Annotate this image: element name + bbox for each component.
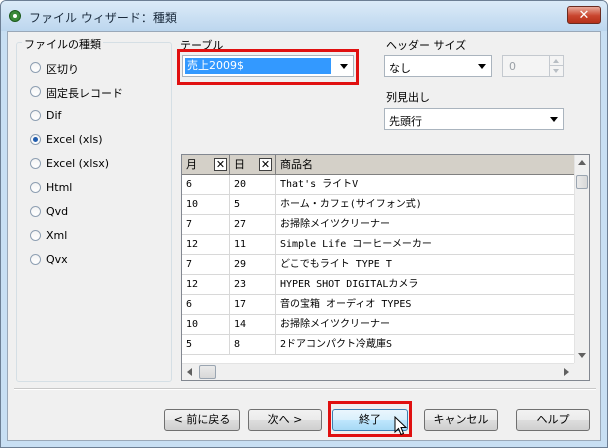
radio-circle-icon [30,86,41,97]
table-row[interactable]: 12 11 Simple Life コーヒーメーカー [182,235,574,255]
scroll-down-icon[interactable] [578,353,586,358]
radio-circle-icon [30,110,41,121]
table-row[interactable]: 12 23 HYPER SHOT DIGITALカメラ [182,275,574,295]
vertical-scroll-thumb[interactable] [576,175,588,189]
dialog-body: ファイルの種類 区切り 固定長レコード Dif Excel (xls) Exce… [7,31,601,441]
vertical-scrollbar[interactable] [574,155,589,363]
radio-circle-icon [30,158,41,169]
table-row[interactable]: 6 17 音の宝箱 オーディオ TYPES [182,295,574,315]
separator [14,388,596,390]
mouse-cursor-icon [394,416,408,436]
back-button[interactable]: < 前に戻る [164,409,240,431]
header-size-spinner: 0 [502,55,564,77]
horizontal-scroll-thumb[interactable] [199,365,216,379]
table-row[interactable]: 7 27 お掃除メイツクリーナー [182,215,574,235]
table-row[interactable]: 10 5 ホーム・カフェ(サイフォン式) [182,195,574,215]
header-size-label: ヘッダー サイズ [386,39,467,52]
dropdown-arrow-icon [478,64,486,69]
column-header-day[interactable]: 日 ✕ [230,155,276,174]
file-type-group-label: ファイルの種類 [22,36,103,52]
radio-circle-selected-icon [30,134,41,145]
title-bar[interactable]: ファイル ウィザード：種類 ✕ [1,1,607,31]
column-header-month[interactable]: 月 ✕ [182,155,230,174]
column-header-product[interactable]: 商品名 [276,155,574,174]
cancel-button[interactable]: キャンセル [424,409,498,431]
scrollbar-corner [574,363,589,380]
column-labels-select[interactable]: 先頭行 [384,108,564,130]
radio-circle-icon [30,182,41,193]
file-wizard-window: ファイル ウィザード：種類 ✕ ファイルの種類 区切り 固定長レコード Dif … [0,0,608,448]
preview-grid[interactable]: 月 ✕ 日 ✕ 商品名 6 20 That's ライトV 10 5 ホーム・カフェ(サイ… [181,154,590,381]
table-row[interactable]: 10 14 お掃除メイツクリーナー [182,315,574,335]
radio-circle-icon [30,206,41,217]
scroll-right-icon[interactable] [564,368,569,376]
radio-circle-icon [30,254,41,265]
close-button[interactable]: ✕ [567,6,601,24]
table-highlight-box [177,49,359,85]
header-size-select[interactable]: なし [384,55,492,77]
app-icon [9,10,21,22]
table-row[interactable]: 7 29 どこでもライト TYPE T [182,255,574,275]
dropdown-arrow-icon [550,117,558,122]
radio-circle-icon [30,230,41,241]
table-row[interactable]: 6 20 That's ライトV [182,175,574,195]
scroll-left-icon[interactable] [187,368,192,376]
scroll-up-icon[interactable] [578,160,586,165]
remove-column-icon[interactable]: ✕ [259,158,272,171]
table-row[interactable]: 5 8 2ドアコンパクト冷蔵庫S [182,335,574,355]
next-button[interactable]: 次へ > [248,409,322,431]
help-button[interactable]: ヘルプ [516,409,590,431]
column-labels-label: 列見出し [386,91,430,104]
grid-header: 月 ✕ 日 ✕ 商品名 [182,155,574,175]
radio-circle-icon [30,62,41,73]
window-title: ファイル ウィザード：種類 [29,11,177,25]
spin-up-icon [549,56,563,66]
remove-column-icon[interactable]: ✕ [214,158,227,171]
horizontal-scrollbar[interactable] [182,363,574,380]
spin-down-icon [549,66,563,76]
